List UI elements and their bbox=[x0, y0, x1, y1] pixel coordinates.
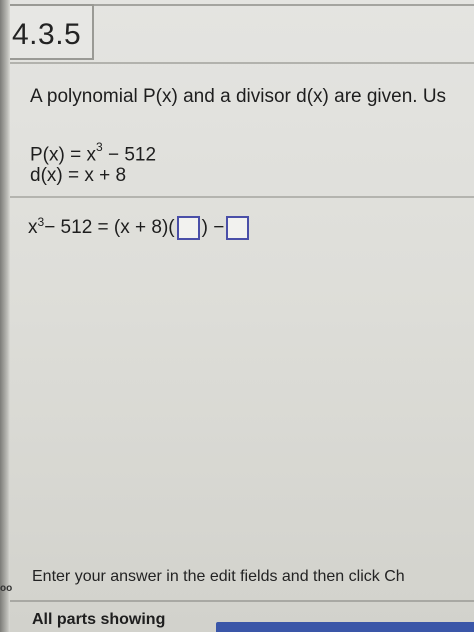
header-rule bbox=[94, 4, 474, 6]
polynomial-p: P(x) = x3 − 512 bbox=[30, 140, 157, 166]
answer-lhs-exponent: 3 bbox=[37, 215, 45, 229]
remainder-edit-field[interactable] bbox=[226, 216, 250, 240]
all-parts-showing-label: All parts showing bbox=[32, 611, 166, 628]
divider bbox=[10, 600, 474, 602]
divider bbox=[10, 62, 474, 64]
divisor-d: d(x) = x + 8 bbox=[30, 165, 127, 186]
instruction-text: Enter your answer in the edit fields and… bbox=[32, 568, 405, 585]
polynomial-p-exponent: 3 bbox=[95, 140, 103, 154]
section-number: 4.3.5 bbox=[12, 18, 82, 51]
question-page: 4.3.5 A polynomial P(x) and a divisor d(… bbox=[10, 0, 474, 632]
screen: 4.3.5 A polynomial P(x) and a divisor d(… bbox=[0, 0, 474, 632]
section-header-box: 4.3.5 bbox=[10, 4, 94, 60]
answer-equation: x3 − 512 = (x + 8)( ) − bbox=[28, 215, 251, 240]
problem-statement: A polynomial P(x) and a divisor d(x) are… bbox=[30, 86, 447, 107]
quotient-edit-field[interactable] bbox=[176, 216, 200, 240]
side-panel-fragment: oo bbox=[0, 583, 13, 594]
polynomial-p-lhs: P(x) = x bbox=[30, 144, 96, 166]
monitor-bezel bbox=[0, 0, 10, 632]
answer-middle: ) − bbox=[201, 217, 225, 238]
answer-lhs-base: x bbox=[28, 217, 38, 238]
check-answer-button[interactable] bbox=[216, 622, 474, 632]
divider bbox=[10, 196, 474, 198]
polynomial-p-rhs: − 512 bbox=[102, 144, 157, 166]
answer-lhs-rest: − 512 = (x + 8)( bbox=[44, 217, 175, 238]
